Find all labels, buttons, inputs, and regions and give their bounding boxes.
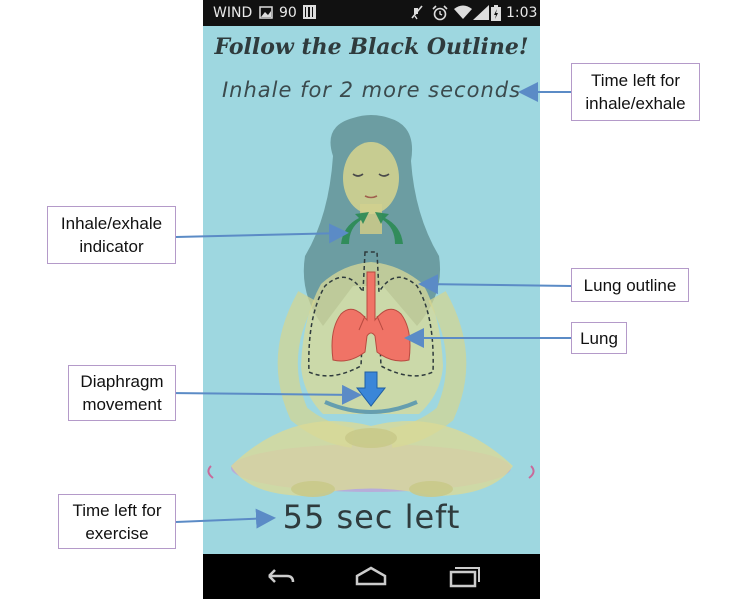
home-icon[interactable] xyxy=(351,562,391,590)
callout-lung-outline: Lung outline xyxy=(571,268,689,302)
callout-line: Time left for xyxy=(72,500,162,520)
carrier-label: WIND xyxy=(213,5,253,21)
battery-level-label: 90 xyxy=(279,5,297,21)
mute-icon xyxy=(410,5,424,24)
meditation-figure xyxy=(207,115,535,497)
callout-line: exercise xyxy=(85,523,149,543)
barcode-icon xyxy=(303,5,316,23)
right-foot xyxy=(409,481,453,497)
callout-line: Lung outline xyxy=(583,275,677,295)
callout-line: Lung xyxy=(580,328,618,348)
status-bar: WIND 90 1:03 xyxy=(203,0,540,26)
callout-line: Inhale/exhale xyxy=(60,214,163,233)
phone-frame: WIND 90 1:03 Follow the Black Outline! I… xyxy=(203,0,540,599)
breath-instruction: Inhale for 2 more seconds xyxy=(221,78,522,102)
hands xyxy=(345,428,397,448)
callout-line: Diaphragm xyxy=(80,372,164,391)
callout-line: inhale/exhale xyxy=(585,94,686,113)
navigation-bar xyxy=(203,554,540,599)
image-icon xyxy=(259,6,273,23)
alarm-icon xyxy=(432,5,448,25)
recents-icon[interactable] xyxy=(445,562,485,590)
callout-line: Time left for xyxy=(590,71,681,90)
wifi-icon xyxy=(454,5,472,24)
callout-diaphragm-movement: Diaphragm movement xyxy=(68,365,176,421)
app-title: Follow the Black Outline! xyxy=(214,34,529,60)
callout-time-left-exercise: Time left for exercise xyxy=(58,494,176,549)
callout-line: movement xyxy=(82,395,162,414)
callout-lung: Lung xyxy=(571,322,627,354)
left-foot xyxy=(291,481,335,497)
exercise-time-left: 55 sec left xyxy=(282,498,461,536)
clock-label: 1:03 xyxy=(506,5,538,21)
signal-icon xyxy=(473,5,489,24)
callout-time-left-inhale-exhale: Time left for inhale/exhale xyxy=(571,63,700,121)
face xyxy=(343,142,399,214)
battery-icon xyxy=(491,5,501,25)
callout-line: indicator xyxy=(79,237,144,256)
breathing-exercise-screen: Follow the Black Outline! Inhale for 2 m… xyxy=(203,26,540,554)
callout-inhale-exhale-indicator: Inhale/exhale indicator xyxy=(47,206,176,264)
back-icon[interactable] xyxy=(259,562,299,590)
